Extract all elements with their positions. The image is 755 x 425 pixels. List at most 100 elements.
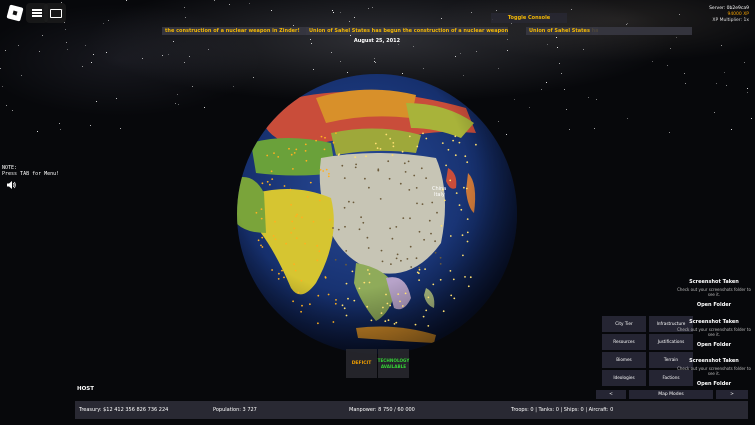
city-marker — [380, 312, 383, 314]
city-marker — [397, 293, 400, 295]
city-marker — [266, 180, 269, 183]
city-marker — [295, 237, 298, 240]
star — [313, 69, 314, 70]
city-marker — [324, 276, 327, 278]
star — [2, 86, 3, 87]
map-modes-label: Map Modes — [629, 390, 713, 399]
city-marker — [290, 153, 293, 156]
map-mode-resources[interactable]: Resources — [602, 334, 646, 350]
star — [85, 45, 86, 46]
city-marker — [391, 237, 394, 240]
city-marker — [440, 225, 443, 227]
star — [569, 129, 570, 130]
star — [142, 58, 143, 59]
city-marker — [421, 203, 424, 206]
star — [583, 49, 584, 50]
city-marker — [401, 305, 404, 307]
city-marker — [332, 321, 335, 323]
star — [340, 12, 341, 13]
city-marker — [395, 321, 398, 324]
city-marker — [335, 299, 337, 301]
chat-icon[interactable] — [44, 3, 66, 23]
city-marker — [408, 189, 411, 191]
star — [679, 14, 680, 15]
city-marker — [463, 186, 465, 189]
star — [541, 89, 542, 90]
city-marker — [439, 256, 442, 259]
city-marker — [363, 281, 366, 284]
city-marker — [445, 164, 447, 167]
city-marker — [345, 314, 348, 317]
star — [559, 63, 560, 64]
open-folder-button[interactable]: Open Folder — [676, 381, 752, 387]
star — [91, 62, 92, 63]
city-marker — [281, 269, 283, 272]
city-marker — [379, 148, 382, 150]
city-marker — [309, 181, 312, 184]
news-ticker: Union of Sahel States has begun the cons… — [306, 27, 508, 35]
world-globe[interactable]: China Italy — [236, 73, 518, 355]
city-marker — [312, 220, 315, 223]
city-marker — [422, 315, 425, 318]
city-marker — [382, 306, 384, 309]
star — [626, 24, 627, 25]
star — [751, 118, 752, 119]
city-marker — [304, 242, 306, 245]
open-folder-button[interactable]: Open Folder — [676, 302, 752, 308]
city-marker — [379, 198, 382, 200]
city-marker — [309, 303, 311, 306]
star — [557, 47, 558, 48]
city-marker — [358, 228, 361, 231]
city-marker — [297, 291, 300, 294]
map-mode-ideologies[interactable]: Ideologies — [602, 370, 646, 386]
toggle-console-button[interactable]: Toggle Console — [491, 13, 567, 23]
city-marker — [345, 263, 347, 266]
map-mode-city-tier[interactable]: City Tier — [602, 316, 646, 332]
city-marker — [332, 141, 335, 144]
city-marker — [386, 302, 389, 305]
city-marker — [295, 148, 298, 151]
city-marker — [343, 307, 346, 310]
city-marker — [418, 279, 420, 281]
city-marker — [296, 213, 298, 216]
star — [588, 97, 589, 98]
city-marker — [400, 259, 402, 262]
city-marker — [408, 135, 411, 138]
city-marker — [387, 319, 390, 322]
star — [546, 82, 547, 83]
star — [744, 62, 745, 63]
city-marker — [462, 254, 464, 257]
map-mode-prev-button[interactable]: < — [596, 390, 626, 399]
technology-available-button[interactable]: TECHNOLOGY AVAILABLE — [378, 349, 409, 378]
star — [721, 45, 722, 46]
city-marker — [449, 235, 452, 237]
city-marker — [354, 166, 357, 169]
star — [59, 123, 60, 124]
map-mode-biomes[interactable]: Biomes — [602, 352, 646, 368]
star — [547, 44, 548, 45]
open-folder-button[interactable]: Open Folder — [676, 342, 752, 348]
city-marker — [464, 155, 467, 158]
star — [18, 45, 19, 46]
sound-icon[interactable] — [6, 180, 16, 190]
star — [594, 128, 595, 129]
star — [189, 56, 190, 57]
star — [667, 65, 668, 66]
star — [192, 86, 193, 87]
star — [332, 10, 333, 11]
city-marker — [317, 322, 319, 325]
city-marker — [353, 299, 356, 302]
city-marker — [366, 305, 369, 308]
city-marker — [293, 227, 296, 230]
deficit-button[interactable]: DEFICIT — [346, 349, 377, 378]
star — [90, 125, 91, 126]
manpower-stat: Manpower: 8 750 / 60 000 — [349, 407, 415, 413]
city-marker — [389, 227, 391, 230]
city-marker — [454, 135, 457, 138]
map-mode-next-button[interactable]: > — [716, 390, 748, 399]
city-marker — [343, 206, 346, 209]
star — [684, 73, 685, 74]
city-marker — [406, 258, 409, 260]
city-marker — [368, 186, 370, 189]
city-marker — [402, 217, 405, 220]
